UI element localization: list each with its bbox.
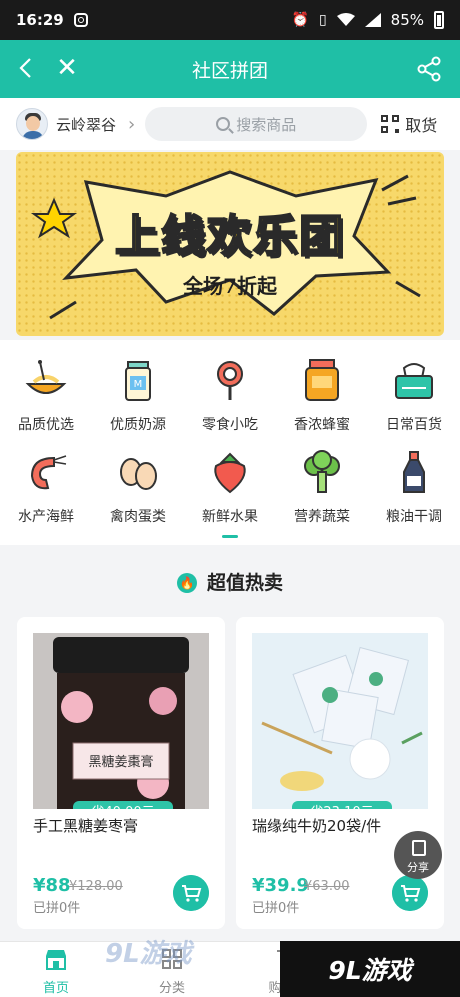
category-item[interactable]: 水产海鲜 [0,450,92,526]
product-card[interactable]: 省23.10元 瑞缘纯牛奶20袋/件 ¥39.9 ¥63.00 已拼0件 [236,617,444,929]
category-item[interactable]: 新鲜水果 [184,450,276,526]
search-placeholder: 搜索商品 [236,115,297,134]
instagram-icon [73,13,88,27]
sold-count: 已拼0件 [252,901,300,916]
broccoli-icon [304,450,340,493]
promo-banner[interactable]: 上线欢乐团 全场7折起 [16,152,444,336]
category-item[interactable]: 营养蔬菜 [276,450,368,526]
tissue-box-icon [395,363,433,399]
share-doc-icon [412,840,426,856]
shrimp-icon [30,455,67,490]
watermark-badge: 9L游戏 [280,941,460,997]
lollipop-icon [217,361,243,400]
add-to-cart-button[interactable] [392,875,428,911]
avatar[interactable] [16,108,48,140]
category-grid: 品质优选 M 优质奶源 零食小吃 香浓蜂蜜 日常百货 水产海鲜 禽肉蛋类 新鲜水… [0,340,460,545]
chevron-right-icon[interactable]: › [128,114,135,135]
battery-percent: 85% [390,11,424,29]
pickup-button[interactable]: 取货 [381,112,437,136]
product-image: 黑糖姜棗膏 省40.00元 [33,633,209,809]
close-icon[interactable]: ✕ [56,55,78,81]
svg-text:M: M [134,379,143,390]
product-name: 手工黑糖姜枣膏 [33,817,139,835]
back-icon[interactable] [16,56,36,80]
flame-icon: 🔥 [176,573,197,593]
category-item[interactable]: M 优质奶源 [92,358,184,434]
category-item[interactable]: 粮油干调 [368,450,460,526]
pickup-label: 取货 [405,116,438,135]
search-input[interactable]: 搜索商品 [145,107,368,141]
milk-icon: M [125,361,151,401]
search-icon [216,117,231,131]
signal-icon [364,13,381,27]
original-price: ¥63.00 [304,879,350,894]
page-indicator [222,535,238,538]
qr-code-icon [381,115,400,133]
original-price: ¥128.00 [69,879,123,894]
eggs-icon [120,458,157,490]
wifi-icon [336,13,355,26]
store-icon [46,950,66,970]
banner-subline: 全场7折起 [183,274,277,298]
section-title: 🔥 超值热卖 [0,568,460,595]
add-to-cart-button[interactable] [173,875,209,911]
strawberry-icon [214,452,246,494]
product-name: 瑞缘纯牛奶20袋/件 [252,817,382,835]
save-tag: 省40.00元 [73,801,173,809]
nav-bar: ✕ 社区拼团 [0,40,460,98]
share-icon[interactable] [416,56,442,82]
soy-sauce-icon [403,451,425,493]
category-item[interactable]: 禽肉蛋类 [92,450,184,526]
tab-home[interactable]: 首页 [10,948,102,996]
status-bar: 16:29 ⏰ ▯ 85% [0,0,460,40]
category-item[interactable]: 零食小吃 [184,358,276,434]
header-row: 云岭翠谷 › 搜索商品 取货 [0,98,460,150]
svg-text:黑糖姜棗膏: 黑糖姜棗膏 [88,754,153,770]
category-item[interactable]: 品质优选 [0,358,92,434]
share-button[interactable]: 分享 [394,831,442,879]
sold-count: 已拼0件 [33,901,81,916]
product-image: 省23.10元 [252,633,428,809]
status-time: 16:29 [16,11,64,29]
watermark-logo: 9L游戏 [105,939,192,969]
product-card[interactable]: 黑糖姜棗膏 省40.00元 手工黑糖姜枣膏 ¥88 ¥128.00 已拼0件 [17,617,225,929]
save-tag: 省23.10元 [292,801,392,809]
pasta-bowl-icon [25,360,67,394]
product-price: ¥88 [33,875,71,896]
alarm-icon: ⏰ [291,12,309,28]
banner-headline: 上线欢乐团 [114,210,345,263]
product-price: ¥39.9 [252,875,309,896]
vibrate-icon: ▯ [318,12,327,28]
honey-jar-icon [305,359,339,401]
category-item[interactable]: 香浓蜂蜜 [276,358,368,434]
community-name[interactable]: 云岭翠谷 [56,114,116,135]
category-item[interactable]: 日常百货 [368,358,460,434]
battery-icon [434,11,444,29]
